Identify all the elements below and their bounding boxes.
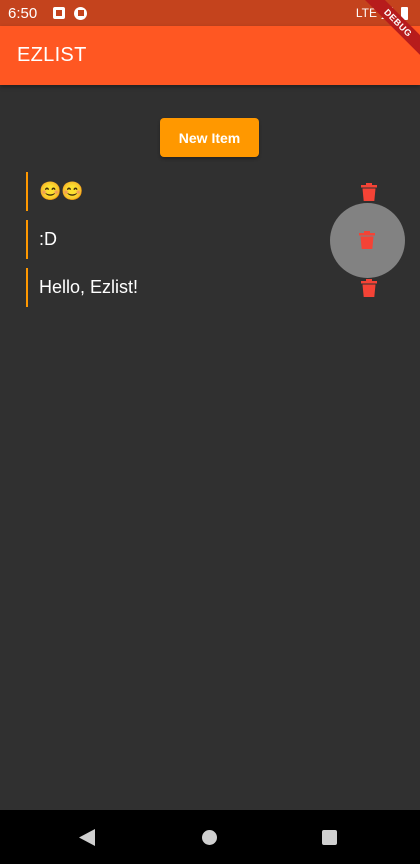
trash-can-icon[interactable]: [359, 231, 375, 249]
status-time: 6:50: [8, 4, 38, 22]
item-text: 😊😊: [39, 181, 84, 201]
back-triangle-icon[interactable]: [79, 829, 95, 846]
home-circle-icon[interactable]: [202, 830, 217, 845]
recent-square-icon[interactable]: [322, 830, 337, 845]
new-item-button[interactable]: New Item: [160, 118, 259, 157]
trash-can-icon[interactable]: [361, 279, 377, 297]
list-item[interactable]: Hello, Ezlist!: [26, 268, 396, 307]
app-title: EZLIST: [17, 44, 87, 66]
app-screen: 6:50 LTE DEBUG EZLIST New Item 😊😊 :D Hel…: [0, 0, 420, 864]
status-bar: 6:50 LTE: [0, 0, 420, 26]
trash-can-icon[interactable]: [361, 183, 377, 201]
item-text: :D: [39, 229, 57, 249]
system-nav-bar: [0, 810, 420, 864]
notification-icon: [74, 6, 88, 20]
app-bar: EZLIST: [0, 26, 420, 85]
notification-icon: [53, 7, 66, 19]
item-text: Hello, Ezlist!: [39, 277, 139, 297]
list-item[interactable]: 😊😊: [26, 172, 396, 211]
